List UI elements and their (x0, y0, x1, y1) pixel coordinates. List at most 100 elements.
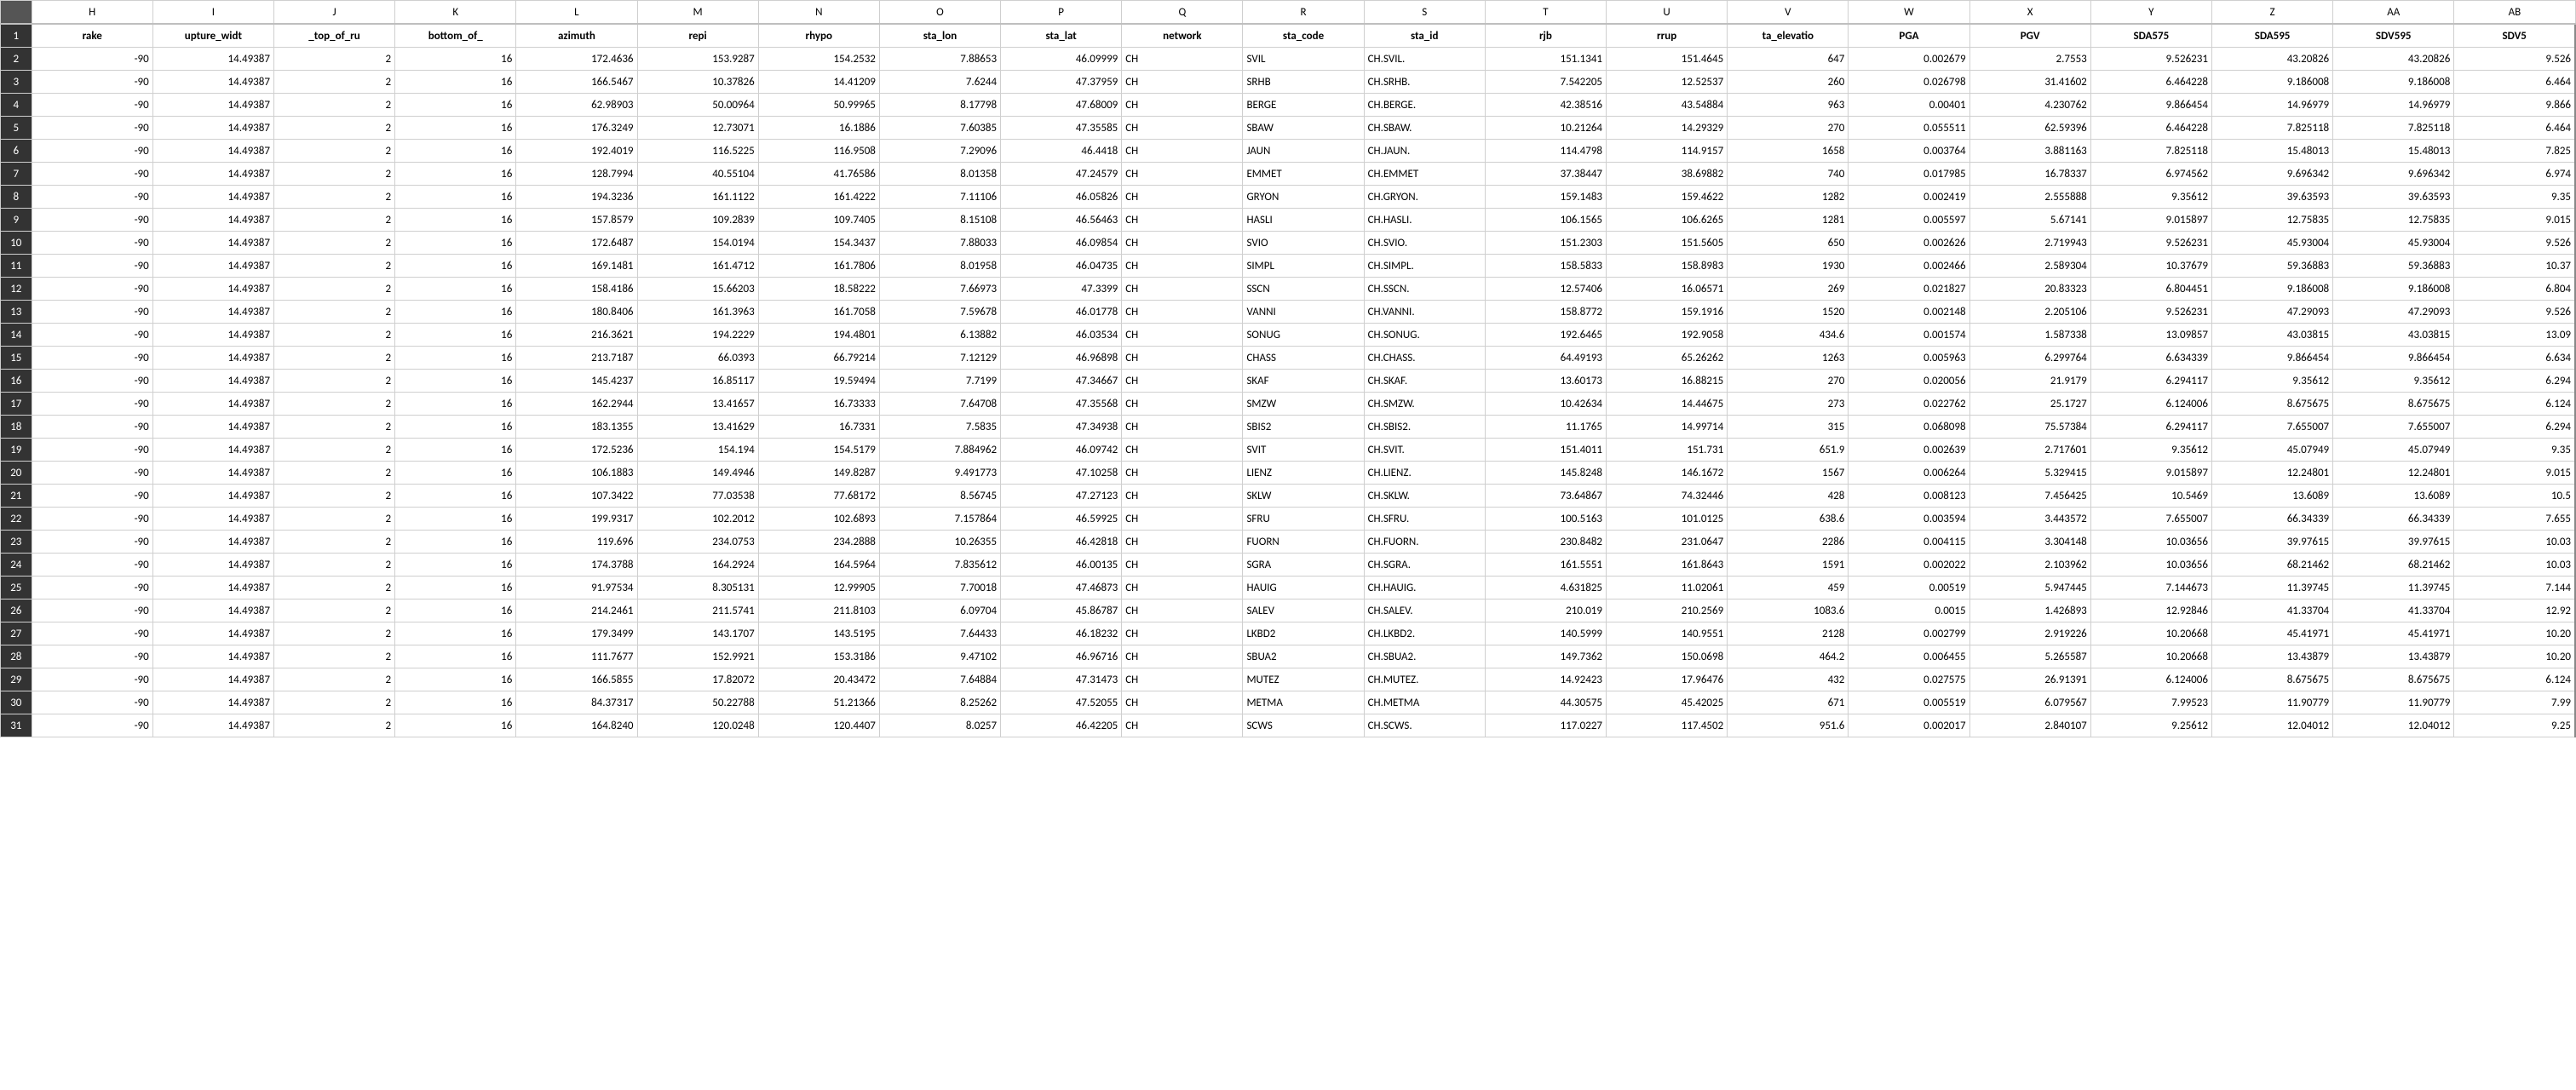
cell[interactable]: CH (1122, 301, 1243, 324)
cell[interactable]: 6.634339 (2090, 347, 2211, 370)
cell[interactable]: 2 (273, 416, 394, 439)
cell[interactable]: CH.SKAF. (1364, 370, 1485, 393)
cell[interactable]: 41.33704 (2333, 600, 2454, 622)
cell[interactable]: CH (1122, 94, 1243, 117)
cell[interactable]: 12.57406 (1485, 278, 1606, 301)
cell[interactable]: 47.31473 (1001, 668, 1122, 691)
row-header[interactable]: 26 (1, 600, 32, 622)
cell[interactable]: 7.825118 (2211, 117, 2332, 140)
cell[interactable]: 6.124 (2454, 393, 2575, 416)
cell[interactable]: 7.884962 (879, 439, 1000, 462)
cell[interactable]: 16 (395, 439, 516, 462)
cell[interactable]: 8.675675 (2333, 668, 2454, 691)
row-header[interactable]: 6 (1, 140, 32, 163)
cell[interactable]: 2 (273, 347, 394, 370)
cell[interactable]: 47.52055 (1001, 691, 1122, 714)
cell[interactable]: 161.7806 (758, 255, 879, 278)
cell[interactable]: 154.2532 (758, 48, 879, 71)
cell[interactable]: 26.91391 (1969, 668, 2090, 691)
spreadsheet-table[interactable]: HIJKLMNOPQRSTUVWXYZAAAB 1rakeupture_widt… (0, 0, 2576, 737)
cell[interactable]: 9.35612 (2333, 370, 2454, 393)
cell[interactable]: 6.294 (2454, 416, 2575, 439)
cell[interactable]: 14.49387 (152, 622, 273, 645)
cell[interactable]: -90 (32, 255, 152, 278)
cell[interactable]: 0.00519 (1849, 577, 1969, 600)
cell[interactable]: 16.73333 (758, 393, 879, 416)
cell[interactable]: 14.49387 (152, 645, 273, 668)
cell[interactable]: 13.6089 (2211, 485, 2332, 508)
cell[interactable]: 740 (1728, 163, 1849, 186)
cell[interactable]: CH (1122, 140, 1243, 163)
cell[interactable]: CH.FUORN. (1364, 531, 1485, 554)
cell[interactable]: 40.55104 (637, 163, 758, 186)
cell[interactable]: 7.144673 (2090, 577, 2211, 600)
cell[interactable]: 47.27123 (1001, 485, 1122, 508)
cell[interactable]: SKLW (1243, 485, 1364, 508)
cell[interactable]: 231.0647 (1607, 531, 1728, 554)
cell[interactable]: 7.655007 (2211, 416, 2332, 439)
cell[interactable]: 66.79214 (758, 347, 879, 370)
cell[interactable]: -90 (32, 508, 152, 531)
col-header-Q[interactable]: Q (1122, 1, 1243, 25)
cell[interactable]: 963 (1728, 94, 1849, 117)
cell[interactable]: 2286 (1728, 531, 1849, 554)
col-header-N[interactable]: N (758, 1, 879, 25)
header-cell[interactable]: SDA575 (2090, 24, 2211, 48)
cell[interactable]: 1520 (1728, 301, 1849, 324)
row-header[interactable]: 18 (1, 416, 32, 439)
cell[interactable]: 14.49387 (152, 209, 273, 232)
cell[interactable]: 6.13882 (879, 324, 1000, 347)
cell[interactable]: HAUIG (1243, 577, 1364, 600)
cell[interactable]: 46.03534 (1001, 324, 1122, 347)
cell[interactable]: 2.7553 (1969, 48, 2090, 71)
header-cell[interactable]: upture_widt (152, 24, 273, 48)
cell[interactable]: 647 (1728, 48, 1849, 71)
cell[interactable]: 45.86787 (1001, 600, 1122, 622)
cell[interactable]: SONUG (1243, 324, 1364, 347)
cell[interactable]: 62.59396 (1969, 117, 2090, 140)
cell[interactable]: 2 (273, 370, 394, 393)
cell[interactable]: 8.15108 (879, 209, 1000, 232)
cell[interactable]: -90 (32, 485, 152, 508)
cell[interactable]: 1567 (1728, 462, 1849, 485)
row-header[interactable]: 7 (1, 163, 32, 186)
cell[interactable]: CH (1122, 370, 1243, 393)
cell[interactable]: 3.443572 (1969, 508, 2090, 531)
cell[interactable]: 16 (395, 462, 516, 485)
header-cell[interactable]: rrup (1607, 24, 1728, 48)
cell[interactable]: 2 (273, 324, 394, 347)
cell[interactable]: 12.92 (2454, 600, 2575, 622)
row-header[interactable]: 9 (1, 209, 32, 232)
cell[interactable]: 37.38447 (1485, 163, 1606, 186)
cell[interactable]: 9.35 (2454, 439, 2575, 462)
cell[interactable]: 77.68172 (758, 485, 879, 508)
cell[interactable]: CH.SBUA2. (1364, 645, 1485, 668)
row-header[interactable]: 24 (1, 554, 32, 577)
cell[interactable]: 149.8287 (758, 462, 879, 485)
row-header[interactable]: 31 (1, 714, 32, 737)
cell[interactable]: 10.42634 (1485, 393, 1606, 416)
cell[interactable]: -90 (32, 94, 152, 117)
cell[interactable]: 46.96898 (1001, 347, 1122, 370)
cell[interactable]: SBUA2 (1243, 645, 1364, 668)
cell[interactable]: 21.9179 (1969, 370, 2090, 393)
row-header[interactable]: 3 (1, 71, 32, 94)
cell[interactable]: 8.305131 (637, 577, 758, 600)
col-header-R[interactable]: R (1243, 1, 1364, 25)
cell[interactable]: 192.4019 (516, 140, 637, 163)
cell[interactable]: 0.002148 (1849, 301, 1969, 324)
cell[interactable]: 128.7994 (516, 163, 637, 186)
cell[interactable]: 68.21462 (2333, 554, 2454, 577)
cell[interactable]: 0.002679 (1849, 48, 1969, 71)
cell[interactable]: 12.73071 (637, 117, 758, 140)
cell[interactable]: CH.SSCN. (1364, 278, 1485, 301)
cell[interactable]: 14.96979 (2333, 94, 2454, 117)
cell[interactable]: 1263 (1728, 347, 1849, 370)
cell[interactable]: 1930 (1728, 255, 1849, 278)
cell[interactable]: CH (1122, 163, 1243, 186)
header-cell[interactable]: _top_of_ru (273, 24, 394, 48)
cell[interactable]: 10.37826 (637, 71, 758, 94)
cell[interactable]: 38.69882 (1607, 163, 1728, 186)
cell[interactable]: CH (1122, 600, 1243, 622)
cell[interactable]: SKAF (1243, 370, 1364, 393)
